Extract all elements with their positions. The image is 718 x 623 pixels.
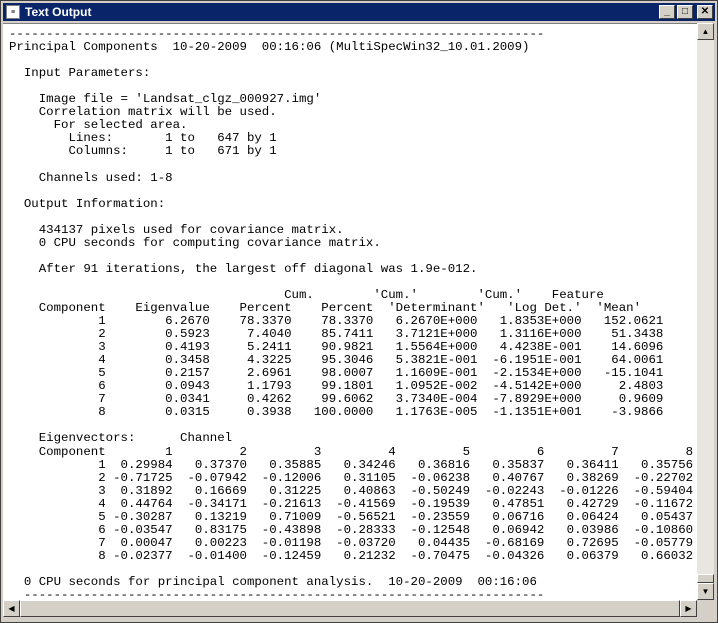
output-line: 4 0.44764 -0.34171 -0.21613 -0.41569 -0.…: [9, 496, 694, 511]
window-title: Text Output: [25, 5, 92, 19]
output-text: ----------------------------------------…: [9, 27, 694, 601]
text-output-window: ≡ Text Output _ □ ✕ --------------------…: [0, 0, 718, 623]
output-line: 7 0.00047 0.00223 -0.01198 -0.03720 0.04…: [9, 535, 694, 550]
size-grip[interactable]: [697, 600, 714, 617]
output-line: For selected area.: [9, 118, 188, 133]
output-line: Channels used: 1-8: [9, 170, 173, 185]
output-line: 2 0.5923 7.4040 85.7411 3.7121E+000 1.31…: [9, 327, 664, 342]
output-line: 5 -0.30287 0.13219 0.71009 -0.56521 -0.2…: [9, 509, 694, 524]
output-line: 6 0.0943 1.1793 99.1801 1.0952E-002 -4.5…: [9, 379, 664, 394]
output-line: 8 0.0315 0.3938 100.0000 1.1763E-005 -1.…: [9, 405, 664, 420]
output-line: Cum. 'Cum.' 'Cum.' Feature: [9, 287, 604, 302]
output-line: 3 0.31892 0.16669 0.31225 0.40863 -0.502…: [9, 483, 694, 498]
vertical-scrollbar[interactable]: ▲ ▼: [697, 23, 714, 600]
scroll-right-arrow-icon[interactable]: ▶: [680, 600, 697, 617]
output-line: Eigenvectors: Channel: [9, 431, 233, 446]
output-line: Output Information:: [9, 196, 166, 211]
output-line: 0 CPU seconds for computing covariance m…: [9, 235, 381, 250]
document-icon[interactable]: ≡: [6, 5, 20, 19]
scroll-down-arrow-icon[interactable]: ▼: [697, 583, 714, 600]
output-line: Principal Components 10-20-2009 00:16:06…: [9, 40, 530, 55]
output-line: 1 6.2670 78.3370 78.3370 6.2670E+000 1.8…: [9, 314, 664, 329]
output-line: Correlation matrix will be used.: [9, 105, 277, 120]
output-line: 2 -0.71725 -0.07942 -0.12006 0.31105 -0.…: [9, 470, 694, 485]
output-line: Component 1 2 3 4 5 6 7 8: [9, 444, 694, 459]
output-line: 7 0.0341 0.4262 99.6062 3.7340E-004 -7.8…: [9, 392, 664, 407]
output-line: 8 -0.02377 -0.01400 -0.12459 0.21232 -0.…: [9, 548, 694, 563]
output-line: Columns: 1 to 671 by 1: [9, 144, 277, 159]
output-line: 6 -0.03547 0.83175 -0.43898 -0.28333 -0.…: [9, 522, 694, 537]
output-line: 434137 pixels used for covariance matrix…: [9, 222, 344, 237]
output-line: Lines: 1 to 647 by 1: [9, 131, 277, 146]
close-button[interactable]: ✕: [697, 5, 713, 19]
scroll-up-arrow-icon[interactable]: ▲: [697, 23, 714, 40]
text-output-area[interactable]: ----------------------------------------…: [3, 23, 697, 601]
scroll-left-arrow-icon[interactable]: ◀: [3, 600, 20, 617]
output-line: Image file = 'Landsat_clgz_000927.img': [9, 92, 322, 107]
maximize-button[interactable]: □: [677, 5, 693, 19]
output-line: 4 0.3458 4.3225 95.3046 5.3821E-001 -6.1…: [9, 353, 664, 368]
output-line: Component Eigenvalue Percent Percent 'De…: [9, 300, 642, 315]
horizontal-scroll-thumb[interactable]: [20, 600, 680, 617]
horizontal-scrollbar[interactable]: ◀ ▶: [3, 600, 697, 617]
vertical-scroll-thumb[interactable]: [697, 574, 714, 583]
output-line: After 91 iterations, the largest off dia…: [9, 261, 478, 276]
minimize-button[interactable]: _: [659, 5, 675, 19]
output-line: 5 0.2157 2.6961 98.0007 1.1609E-001 -2.1…: [9, 366, 664, 381]
output-line: ----------------------------------------…: [9, 27, 545, 41]
title-bar[interactable]: ≡ Text Output _ □ ✕: [3, 3, 715, 21]
output-line: 3 0.4193 5.2411 90.9821 1.5564E+000 4.42…: [9, 340, 664, 355]
output-line: 1 0.29984 0.37370 0.35885 0.34246 0.3681…: [9, 457, 694, 472]
output-line: 0 CPU seconds for principal component an…: [9, 574, 537, 589]
output-line: Input Parameters:: [9, 66, 151, 81]
